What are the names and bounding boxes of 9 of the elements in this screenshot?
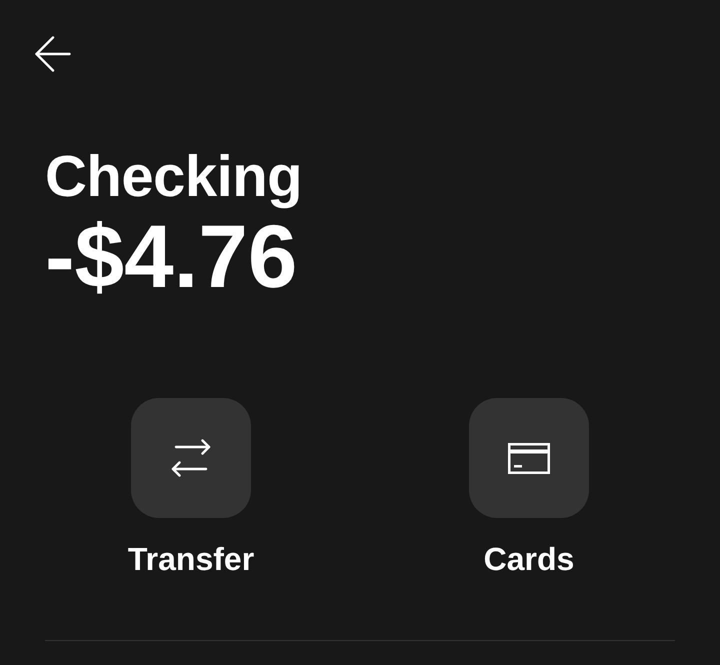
transfer-button[interactable]: [131, 398, 251, 518]
action-label: Cards: [484, 543, 574, 575]
cards-button[interactable]: [469, 398, 589, 518]
transfer-arrows-icon: [171, 439, 211, 477]
account-name: Checking: [45, 148, 302, 206]
action-label: Transfer: [128, 543, 254, 575]
credit-card-icon: [508, 442, 550, 474]
back-button[interactable]: [35, 36, 71, 72]
account-balance: -$4.76: [45, 212, 298, 301]
